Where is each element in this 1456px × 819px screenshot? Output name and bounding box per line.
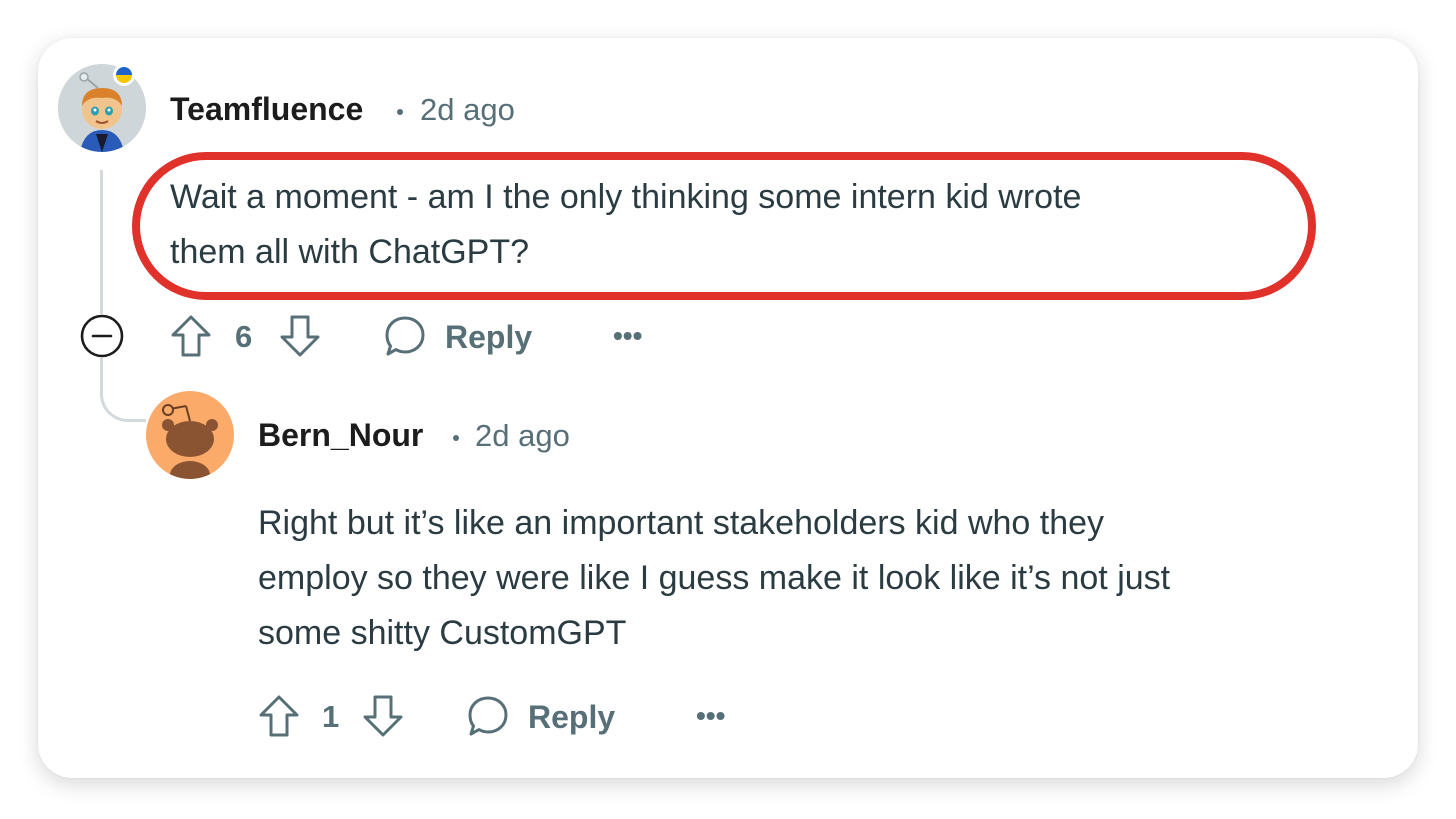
- comment-bubble-icon: [468, 696, 508, 736]
- comment-bubble-icon: [385, 316, 425, 356]
- upvote-button[interactable]: [169, 313, 213, 359]
- reply-body-line: employ so they were like I guess make it…: [258, 559, 1171, 597]
- reply-username[interactable]: Bern_Nour: [258, 417, 423, 454]
- flag-badge-icon: [113, 64, 135, 86]
- reply-timestamp[interactable]: 2d ago: [475, 418, 570, 454]
- reply-body-line: Right but it’s like an important stakeho…: [258, 504, 1105, 542]
- snoo-default-avatar-icon: [146, 391, 234, 479]
- reply-label: Reply: [445, 319, 533, 355]
- reply-label: Reply: [528, 699, 616, 735]
- vote-count: 1: [322, 699, 340, 734]
- more-options-button[interactable]: •••: [696, 700, 725, 732]
- upvote-arrow-icon: [171, 315, 211, 357]
- collapse-minus-icon: [80, 314, 124, 358]
- downvote-button[interactable]: [278, 313, 322, 359]
- upvote-arrow-icon: [259, 695, 299, 737]
- downvote-arrow-icon: [280, 315, 320, 357]
- downvote-button[interactable]: [361, 693, 405, 739]
- downvote-arrow-icon: [363, 695, 403, 737]
- meta-separator-dot: [397, 109, 403, 115]
- user-avatar[interactable]: [146, 391, 234, 479]
- upvote-button[interactable]: [257, 693, 301, 739]
- meta-separator-dot: [453, 435, 459, 441]
- comment-username[interactable]: Teamfluence: [170, 91, 363, 128]
- highlight-annotation-oval: [132, 152, 1316, 300]
- more-options-button[interactable]: •••: [613, 320, 642, 352]
- reply-button[interactable]: Reply: [466, 692, 636, 740]
- comment-thread-card: [38, 38, 1418, 778]
- comment-timestamp[interactable]: 2d ago: [420, 92, 515, 128]
- reply-body-line: some shitty CustomGPT: [258, 614, 627, 652]
- thread-line: [100, 170, 103, 314]
- vote-count: 6: [235, 319, 253, 354]
- reply-button[interactable]: Reply: [383, 312, 553, 360]
- collapse-thread-button[interactable]: [79, 313, 125, 359]
